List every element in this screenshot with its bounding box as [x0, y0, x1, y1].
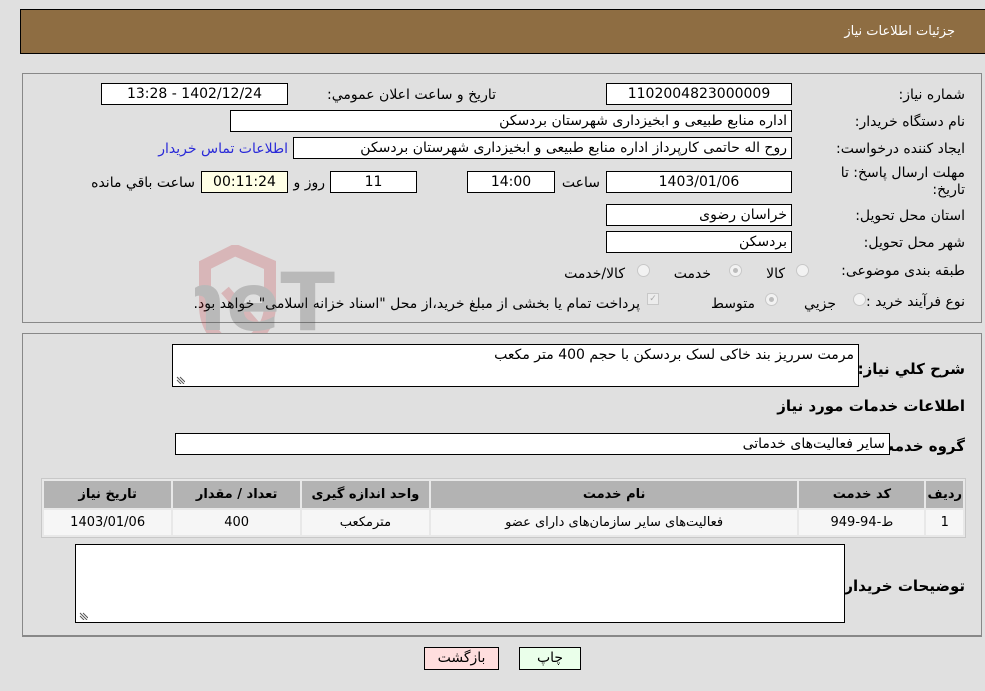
process-radio-minor[interactable]: [853, 293, 866, 306]
resize-grip-icon[interactable]: [176, 375, 185, 384]
deadline-time-field: 14:00: [467, 171, 555, 193]
col-header-quantity: تعداد / مقدار: [173, 481, 300, 508]
resize-grip-icon[interactable]: [79, 611, 88, 620]
cell-row-number: 1: [926, 510, 963, 535]
remaining-label: ساعت باقي مانده: [91, 175, 195, 191]
buyer-org-field: اداره منابع طبیعی و ابخیزداری شهرستان بر…: [230, 110, 792, 132]
need-number-field: 1102004823000009: [606, 83, 792, 105]
service-group-field: سایر فعالیت‌های خدماتی: [175, 433, 890, 455]
days-field: 11: [330, 171, 417, 193]
table-row: 1 ط-94-949 فعالیت‌های سایر سازمان‌های دا…: [44, 510, 963, 535]
city-label: شهر محل تحویل:: [863, 235, 965, 251]
process-option-medium: متوسط: [711, 296, 755, 312]
need-details-panel: شرح کلي نیاز: مرمت سرریز بند خاکی لسک بر…: [22, 333, 982, 637]
treasury-checkbox[interactable]: ✓: [647, 293, 659, 305]
category-option-goods-service: کالا/خدمت: [564, 266, 625, 282]
print-button[interactable]: چاپ: [519, 647, 581, 670]
cell-service-code: ط-94-949: [799, 510, 925, 535]
announce-label: تاریخ و ساعت اعلان عمومي:: [327, 87, 496, 103]
col-header-need-date: تاریخ نیاز: [44, 481, 172, 508]
page-header: جزئیات اطلاعات نیاز: [20, 9, 985, 54]
days-label: روز و: [293, 175, 326, 191]
buyer-notes-label: توضیحات خریدار:: [838, 577, 965, 595]
category-radio-service[interactable]: [729, 264, 742, 277]
category-label: طبقه بندی موضوعی:: [841, 263, 965, 279]
category-radio-goods-service[interactable]: [637, 264, 650, 277]
deadline-label: مهلت ارسال پاسخ: تا تاریخ:: [840, 165, 965, 198]
description-textarea[interactable]: مرمت سرریز بند خاکی لسک بردسکن با حجم 40…: [172, 344, 859, 387]
creator-field: روح اله حاتمی کارپرداز اداره منابع طبیعی…: [293, 137, 792, 159]
cell-quantity: 400: [173, 510, 300, 535]
col-header-unit: واحد اندازه گیری: [301, 481, 429, 508]
province-field: خراسان رضوی: [606, 204, 792, 226]
city-field: بردسکن: [606, 231, 792, 253]
category-radio-goods[interactable]: [796, 264, 809, 277]
cell-service-name: فعالیت‌های سایر سازمان‌های دارای عضو: [430, 510, 798, 535]
back-button[interactable]: بازگشت: [424, 647, 499, 670]
need-info-panel: شماره نیاز: 1102004823000009 تاریخ و ساع…: [22, 73, 982, 323]
announce-field: 1402/12/24 - 13:28: [101, 83, 288, 105]
process-option-minor: جزیي: [804, 296, 836, 312]
buyer-contact-link[interactable]: اطلاعات تماس خریدار: [158, 141, 288, 157]
description-label: شرح کلي نیاز:: [857, 360, 965, 378]
services-table: ردیف کد خدمت نام خدمت واحد اندازه گیری ت…: [41, 478, 966, 538]
buyer-org-label: نام دستگاه خریدار:: [854, 114, 965, 130]
process-radio-medium[interactable]: [765, 293, 778, 306]
time-label: ساعت: [561, 175, 600, 191]
deadline-date-field: 1403/01/06: [606, 171, 792, 193]
services-heading: اطلاعات خدمات مورد نیاز: [777, 397, 965, 415]
col-header-service-name: نام خدمت: [430, 481, 798, 508]
category-option-service: خدمت: [673, 266, 711, 282]
cell-need-date: 1403/01/06: [44, 510, 172, 535]
description-text: مرمت سرریز بند خاکی لسک بردسکن با حجم 40…: [494, 347, 854, 363]
province-label: استان محل تحویل:: [855, 208, 965, 224]
table-header-row: ردیف کد خدمت نام خدمت واحد اندازه گیری ت…: [44, 481, 963, 508]
col-header-service-code: کد خدمت: [799, 481, 925, 508]
creator-label: ایجاد کننده درخواست:: [836, 141, 965, 157]
col-header-row-number: ردیف: [926, 481, 963, 508]
treasury-note: پرداخت تمام یا بخشی از مبلغ خرید،از محل …: [193, 296, 640, 312]
process-label: نوع فرآیند خرید :: [866, 294, 965, 310]
page-title: جزئیات اطلاعات نیاز: [844, 24, 955, 39]
need-number-label: شماره نیاز:: [898, 87, 966, 103]
buyer-notes-textarea[interactable]: [75, 544, 845, 623]
remaining-time-field: 00:11:24: [201, 171, 288, 193]
category-option-goods: کالا: [766, 266, 785, 282]
cell-unit: مترمکعب: [301, 510, 429, 535]
